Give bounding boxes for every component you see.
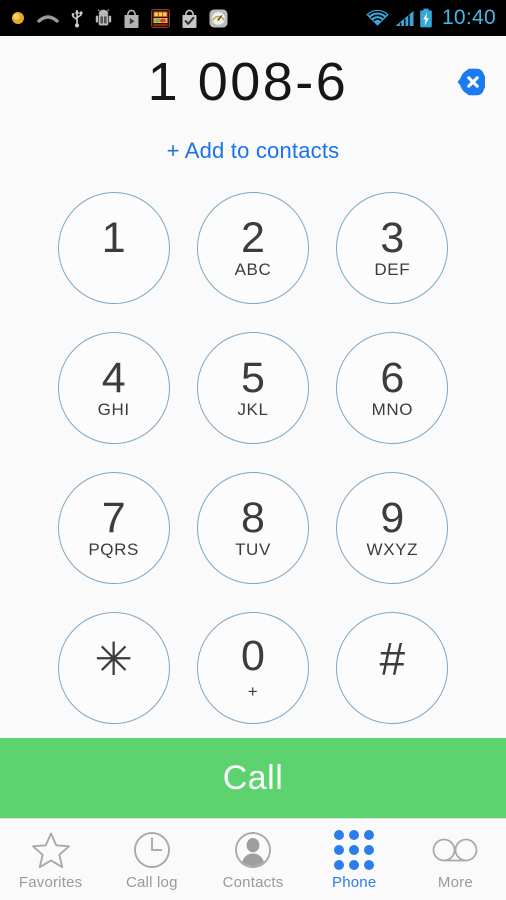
key-digit: 6 [380,353,405,402]
key-digit: 5 [241,353,265,402]
dialpad-key-pound[interactable]: # [336,612,449,724]
key-digit: 2 [241,213,265,262]
cellular-signal-icon [394,9,415,28]
call-button[interactable]: Call [0,738,506,818]
dialpad-grid-icon [334,829,375,870]
nav-label: Call log [125,873,178,891]
battery-charging-icon [419,8,433,28]
key-digit: ✳ [94,633,133,686]
dialpad-key-star[interactable]: ✳ [57,612,170,724]
dialpad-key-3[interactable]: 3 DEF [336,192,449,304]
dialpad-key-1[interactable]: 1 [57,192,170,304]
key-digit: 8 [241,493,265,542]
dialpad-key-2[interactable]: 2 ABC [196,192,309,304]
dialed-number-text[interactable]: 1 008-6 [148,55,359,109]
dialpad-key-6[interactable]: 6 MNO [336,332,449,444]
slots-game-icon [151,8,170,28]
nav-label: Phone [332,873,377,891]
status-bar-clock: 10:40 [441,6,496,29]
key-letters: JKL [237,400,269,420]
bottom-navigation-bar: Favorites Call log Contacts Phone More [0,818,506,900]
nav-label: More [437,873,473,891]
sun-brightness-icon [10,10,26,26]
key-digit: 7 [101,493,126,542]
voicemail-icon [432,830,478,870]
nav-item-call-log[interactable]: Call log [101,819,202,900]
status-bar: 10:40 [0,0,506,36]
nav-item-favorites[interactable]: Favorites [0,819,101,900]
key-letters: GHI [97,400,130,420]
nav-item-more[interactable]: More [405,819,506,900]
person-circle-icon [234,830,272,870]
status-bar-right-icons: 10:40 [365,0,496,36]
key-digit: 1 [101,213,126,262]
nav-label: Contacts [222,873,284,891]
key-letters: + [247,681,259,701]
key-letters: DEF [374,260,411,280]
dialpad-key-5[interactable]: 5 JKL [196,332,309,444]
add-to-contacts-link[interactable]: + Add to contacts [167,138,340,164]
clock-icon [133,830,171,870]
key-digit: # [379,633,406,686]
key-digit: 4 [101,353,126,402]
check-bag-icon [181,9,198,28]
nav-label: Favorites [18,873,83,891]
key-letters: WXYZ [366,540,419,560]
star-icon [31,830,71,870]
delete-backspace-button[interactable] [443,62,487,102]
key-letters: ABC [234,260,272,280]
key-letters: TUV [235,540,271,560]
key-letters: PQRS [88,540,139,560]
key-digit: 9 [380,493,405,542]
call-button-label: Call [222,758,284,797]
nav-item-phone[interactable]: Phone [304,819,405,900]
dialpad-keypad: 1 2 ABC 3 DEF 4 GHI 5 JKL 6 MNO 7 PQRS 8… [0,174,506,738]
dialpad-key-7[interactable]: 7 PQRS [57,472,170,584]
dialed-number-area: 1 008-6 [0,36,506,128]
speedometer-icon [209,9,228,28]
android-debug-icon [95,8,112,28]
key-digit: 3 [380,213,405,262]
add-to-contacts-row: + Add to contacts [0,128,506,174]
play-store-icon [123,9,140,28]
dialer-screen: 10:40 1 008-6 + Add to contacts 1 2 ABC … [0,0,506,900]
wifi-icon [365,9,390,28]
dialpad-key-9[interactable]: 9 WXYZ [336,472,449,584]
key-digit: 0 [241,632,265,681]
usb-icon [70,8,84,28]
key-letters: MNO [371,400,414,420]
dialpad-key-8[interactable]: 8 TUV [196,472,309,584]
nav-item-contacts[interactable]: Contacts [202,819,303,900]
status-bar-left-icons [10,8,228,28]
dialpad-key-0[interactable]: 0 + [196,612,309,724]
arc-gesture-icon [37,10,59,26]
dialpad-key-4[interactable]: 4 GHI [57,332,170,444]
